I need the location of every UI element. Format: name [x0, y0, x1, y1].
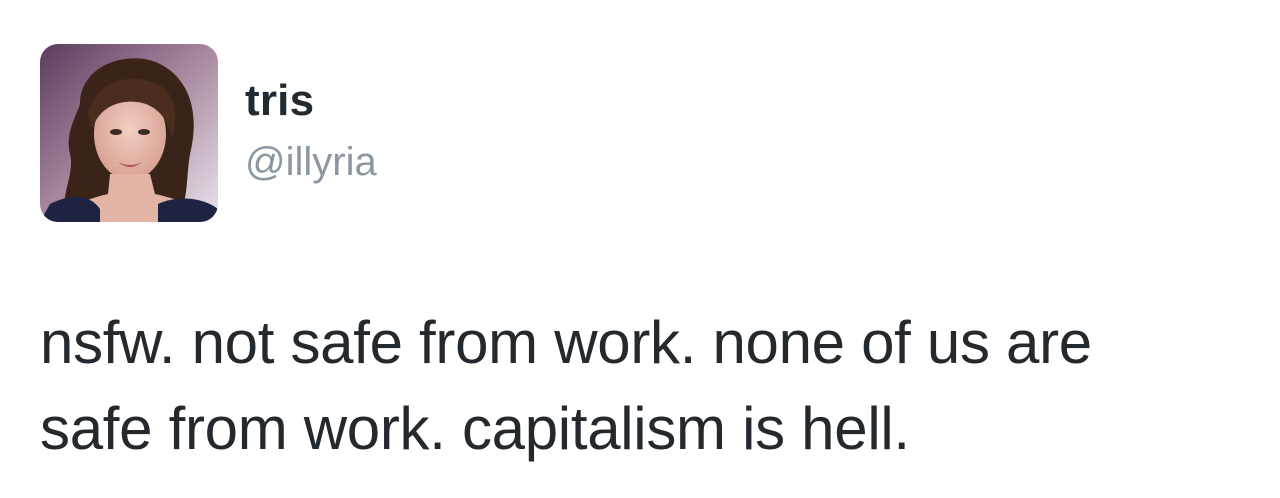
tweet-text-line: safe from work. capitalism is hell.	[40, 395, 910, 462]
tweet-card: tris @illyria nsfw. not safe from work. …	[0, 0, 1280, 498]
display-name[interactable]: tris	[245, 76, 314, 126]
tweet-text: nsfw. not safe from work. none of us are…	[40, 300, 1260, 472]
profile-photo-icon	[40, 44, 218, 222]
user-handle[interactable]: @illyria	[245, 140, 377, 185]
tweet-text-line: nsfw. not safe from work. none of us are	[40, 309, 1092, 376]
avatar[interactable]	[40, 44, 218, 222]
